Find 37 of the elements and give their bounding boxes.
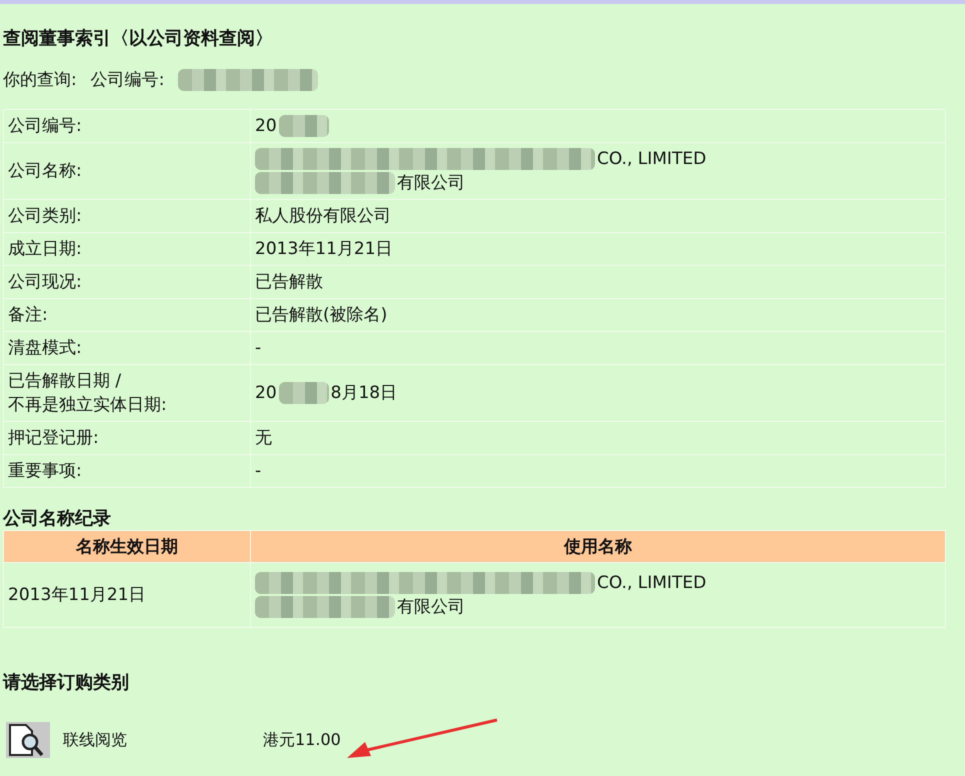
page-title: 查阅董事索引〈以公司资料查阅〉 (3, 27, 274, 50)
field-label: 重要事项: (4, 454, 250, 488)
section-title: 公司名称纪录 (3, 507, 112, 530)
field-label: 公司编号: (4, 110, 250, 142)
column-header: 使用名称 (250, 530, 946, 562)
field-label: 公司名称: (4, 142, 250, 200)
field-label: 公司类别: (4, 200, 250, 232)
cell-text: 无 (255, 427, 272, 450)
cell-text: 8月18日 (330, 382, 398, 405)
cell-text: 20 (255, 382, 277, 405)
cell-text: 已告解散(被除名) (255, 304, 388, 327)
cell-text: - (255, 337, 262, 360)
cell-text: 20 (255, 115, 277, 138)
field-label: 押记登记册: (4, 422, 250, 454)
section-title: 请选择订购类别 (3, 671, 130, 694)
table-cell: 2013年11月21日 (4, 562, 250, 628)
cell-text: 私人股份有限公司 (255, 205, 391, 228)
cell-text: 已告解散 (255, 271, 323, 294)
cell-text: CO., LIMITED (597, 148, 706, 171)
column-header: 名称生效日期 (4, 530, 250, 562)
price: 港元11.00 (263, 730, 341, 750)
order-option[interactable]: 联线阅览 (63, 730, 263, 750)
cell-text: 有限公司 (397, 172, 465, 195)
cell-text: - (255, 460, 262, 483)
cell-text: 2013年11月21日 (255, 238, 393, 261)
field-label: 备注: (4, 298, 250, 332)
field-label: 清盘模式: (4, 332, 250, 364)
field-label: 成立日期: (4, 232, 250, 266)
cell-text: 有限公司 (397, 596, 465, 619)
pixelated-redaction (278, 115, 329, 137)
document-search-icon[interactable] (6, 722, 50, 758)
pixelated-redaction (278, 382, 329, 404)
field-label: 已告解散日期 / 不再是独立实体日期: (4, 364, 250, 422)
cell-text: CO., LIMITED (597, 572, 706, 595)
query-label: 你的查询: (3, 69, 77, 91)
query-field: 公司编号: (90, 68, 164, 91)
field-label: 公司现况: (4, 266, 250, 298)
